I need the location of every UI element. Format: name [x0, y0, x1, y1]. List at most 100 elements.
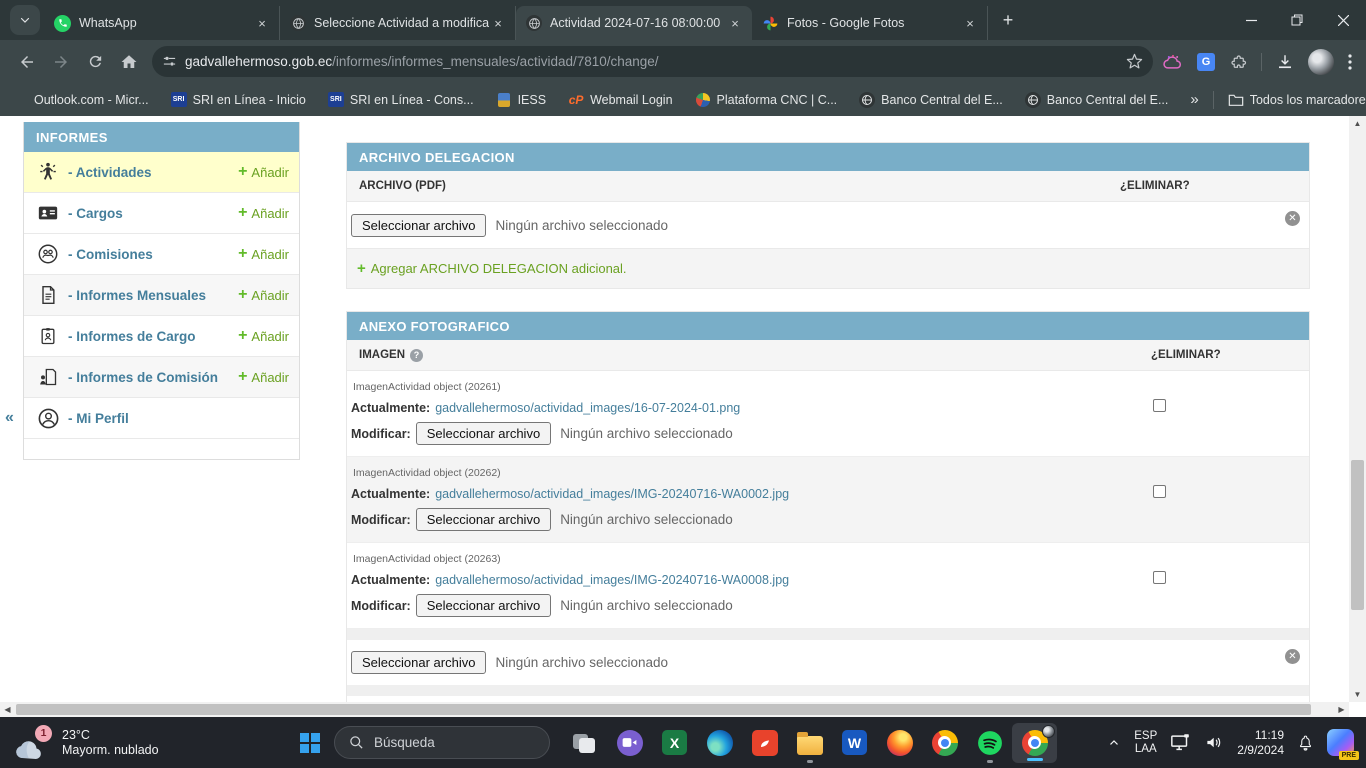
firefox-button[interactable]	[877, 720, 922, 766]
start-button[interactable]	[292, 725, 328, 761]
add-delegation-row[interactable]: + Agregar ARCHIVO DELEGACION adicional.	[347, 248, 1309, 288]
sidebar-item-label: - Informes de Cargo	[68, 329, 196, 344]
horizontal-scrollbar[interactable]: ◀ ▶	[0, 702, 1349, 717]
select-file-button[interactable]: Seleccionar archivo	[351, 651, 486, 674]
bookmark-cnc[interactable]: Plataforma CNC | C...	[695, 92, 838, 108]
no-file-text: Ningún archivo seleccionado	[495, 218, 668, 233]
bookmark-star-icon[interactable]	[1126, 53, 1143, 70]
sidebar-item-informes-cargo[interactable]: - Informes de Cargo +Añadir	[24, 316, 299, 357]
select-file-button[interactable]: Seleccionar archivo	[351, 214, 486, 237]
new-tab-button[interactable]: +	[994, 6, 1022, 34]
tray-chevron-up-icon[interactable]	[1107, 736, 1121, 750]
add-delegation-link[interactable]: Agregar ARCHIVO DELEGACION adicional.	[371, 261, 627, 276]
bookmark-outlook[interactable]: Outlook.com - Micr...	[12, 92, 149, 108]
scroll-down-arrow[interactable]: ▼	[1349, 687, 1366, 702]
restore-icon[interactable]	[1274, 0, 1320, 40]
select-file-button[interactable]: Seleccionar archivo	[416, 508, 551, 531]
sidebar-item-informes-mensuales[interactable]: - Informes Mensuales +Añadir	[24, 275, 299, 316]
sidebar-item-actividades[interactable]: - Actividades +Añadir	[24, 152, 299, 193]
weather-widget[interactable]: 1 23°C Mayorm. nublado	[14, 725, 244, 761]
file-explorer-button[interactable]	[787, 720, 832, 766]
tab-whatsapp[interactable]: WhatsApp ×	[44, 6, 280, 40]
video-call-app-button[interactable]	[607, 720, 652, 766]
tab-actividad-active[interactable]: Actividad 2024-07-16 08:00:00 ×	[516, 6, 752, 40]
horizontal-scroll-thumb[interactable]	[16, 704, 1311, 715]
excel-button[interactable]: X	[652, 720, 697, 766]
tab-google-fotos[interactable]: Fotos - Google Fotos ×	[752, 6, 988, 40]
edge-icon	[707, 730, 733, 756]
bookmarks-overflow-button[interactable]: »	[1190, 91, 1198, 108]
add-actividad-link[interactable]: +Añadir	[238, 163, 289, 181]
weather-extension-icon[interactable]	[1163, 54, 1183, 70]
sidebar-item-comisiones[interactable]: - Comisiones +Añadir	[24, 234, 299, 275]
back-button[interactable]	[10, 45, 44, 79]
clock[interactable]: 11:192/9/2024	[1237, 728, 1284, 758]
bookmark-sri-inicio[interactable]: SRI SRI en Línea - Inicio	[171, 92, 306, 108]
chrome-active-window-button[interactable]	[1012, 723, 1057, 763]
add-informe-cargo-link[interactable]: +Añadir	[238, 327, 289, 345]
extensions-puzzle-icon[interactable]	[1229, 53, 1247, 71]
tab-close-icon[interactable]: ×	[253, 14, 271, 32]
scroll-left-arrow[interactable]: ◀	[0, 702, 15, 717]
all-bookmarks-button[interactable]: Todos los marcadores	[1228, 92, 1366, 108]
close-icon[interactable]	[1320, 0, 1366, 40]
pdf-app-button[interactable]	[742, 720, 787, 766]
tab-close-icon[interactable]: ×	[726, 14, 744, 32]
select-file-button[interactable]: Seleccionar archivo	[416, 594, 551, 617]
sidebar-item-informes-comision[interactable]: - Informes de Comisión +Añadir	[24, 357, 299, 398]
bookmark-sri-consultas[interactable]: SRI SRI en Línea - Cons...	[328, 92, 474, 108]
sidebar-item-cargos[interactable]: - Cargos +Añadir	[24, 193, 299, 234]
home-button[interactable]	[112, 45, 146, 79]
tab-search-button[interactable]	[10, 5, 40, 35]
add-informe-comision-link[interactable]: +Añadir	[238, 368, 289, 386]
current-file-link[interactable]: gadvallehermoso/actividad_images/16-07-2…	[435, 401, 740, 415]
bookmark-webmail[interactable]: cP Webmail Login	[568, 92, 672, 108]
chrome-button[interactable]	[922, 720, 967, 766]
edge-button[interactable]	[697, 720, 742, 766]
help-icon[interactable]: ?	[410, 349, 423, 362]
notifications-bell-icon[interactable]	[1297, 734, 1314, 752]
spotify-button[interactable]	[967, 720, 1012, 766]
sidebar-collapse-button[interactable]: «	[5, 409, 14, 427]
forward-button[interactable]	[44, 45, 78, 79]
current-file-link[interactable]: gadvallehermoso/actividad_images/IMG-202…	[435, 573, 789, 587]
bookmark-banco-central-2[interactable]: Banco Central del E...	[1025, 92, 1169, 108]
delete-checkbox[interactable]	[1153, 571, 1166, 584]
menu-kebab-icon[interactable]	[1348, 54, 1352, 70]
tab-seleccione-actividad[interactable]: Seleccione Actividad a modifica ×	[280, 6, 516, 40]
delete-checkbox[interactable]	[1153, 485, 1166, 498]
minimize-icon[interactable]	[1228, 0, 1274, 40]
word-button[interactable]: W	[832, 720, 877, 766]
language-indicator[interactable]: ESPLAA	[1134, 730, 1157, 756]
tab-close-icon[interactable]: ×	[961, 14, 979, 32]
bookmark-iess[interactable]: IESS	[496, 92, 547, 108]
vertical-scroll-thumb[interactable]	[1351, 460, 1364, 610]
add-comision-link[interactable]: +Añadir	[238, 245, 289, 263]
current-file-link[interactable]: gadvallehermoso/actividad_images/IMG-202…	[435, 487, 789, 501]
scroll-up-arrow[interactable]: ▲	[1349, 116, 1366, 131]
downloads-icon[interactable]	[1276, 53, 1294, 71]
tab-close-icon[interactable]: ×	[489, 14, 507, 32]
scroll-right-arrow[interactable]: ▶	[1334, 702, 1349, 717]
section-title: ARCHIVO DELEGACION	[347, 143, 1309, 171]
copilot-button[interactable]: PRE	[1327, 729, 1354, 756]
bookmark-banco-central-1[interactable]: Banco Central del E...	[859, 92, 1003, 108]
site-settings-icon[interactable]	[162, 54, 177, 69]
reload-button[interactable]	[78, 45, 112, 79]
translate-extension-icon[interactable]: G	[1197, 53, 1215, 71]
delete-checkbox[interactable]	[1153, 399, 1166, 412]
profile-avatar[interactable]	[1308, 49, 1334, 75]
remove-row-icon[interactable]: ✕	[1285, 211, 1300, 226]
sidebar-item-mi-perfil[interactable]: - Mi Perfil	[24, 398, 299, 439]
add-cargo-link[interactable]: +Añadir	[238, 204, 289, 222]
taskbar-search[interactable]: Búsqueda	[334, 726, 550, 759]
add-informe-mensual-link[interactable]: +Añadir	[238, 286, 289, 304]
address-bar[interactable]: gadvallehermoso.gob.ec/informes/informes…	[152, 46, 1153, 77]
remove-row-icon[interactable]: ✕	[1285, 649, 1300, 664]
select-file-button[interactable]: Seleccionar archivo	[416, 422, 551, 445]
network-display-icon[interactable]	[1170, 733, 1192, 752]
task-view-button[interactable]	[562, 720, 607, 766]
vertical-scrollbar[interactable]: ▲ ▼	[1349, 116, 1366, 702]
volume-icon[interactable]	[1205, 734, 1224, 751]
sidebar-padding	[24, 439, 299, 459]
